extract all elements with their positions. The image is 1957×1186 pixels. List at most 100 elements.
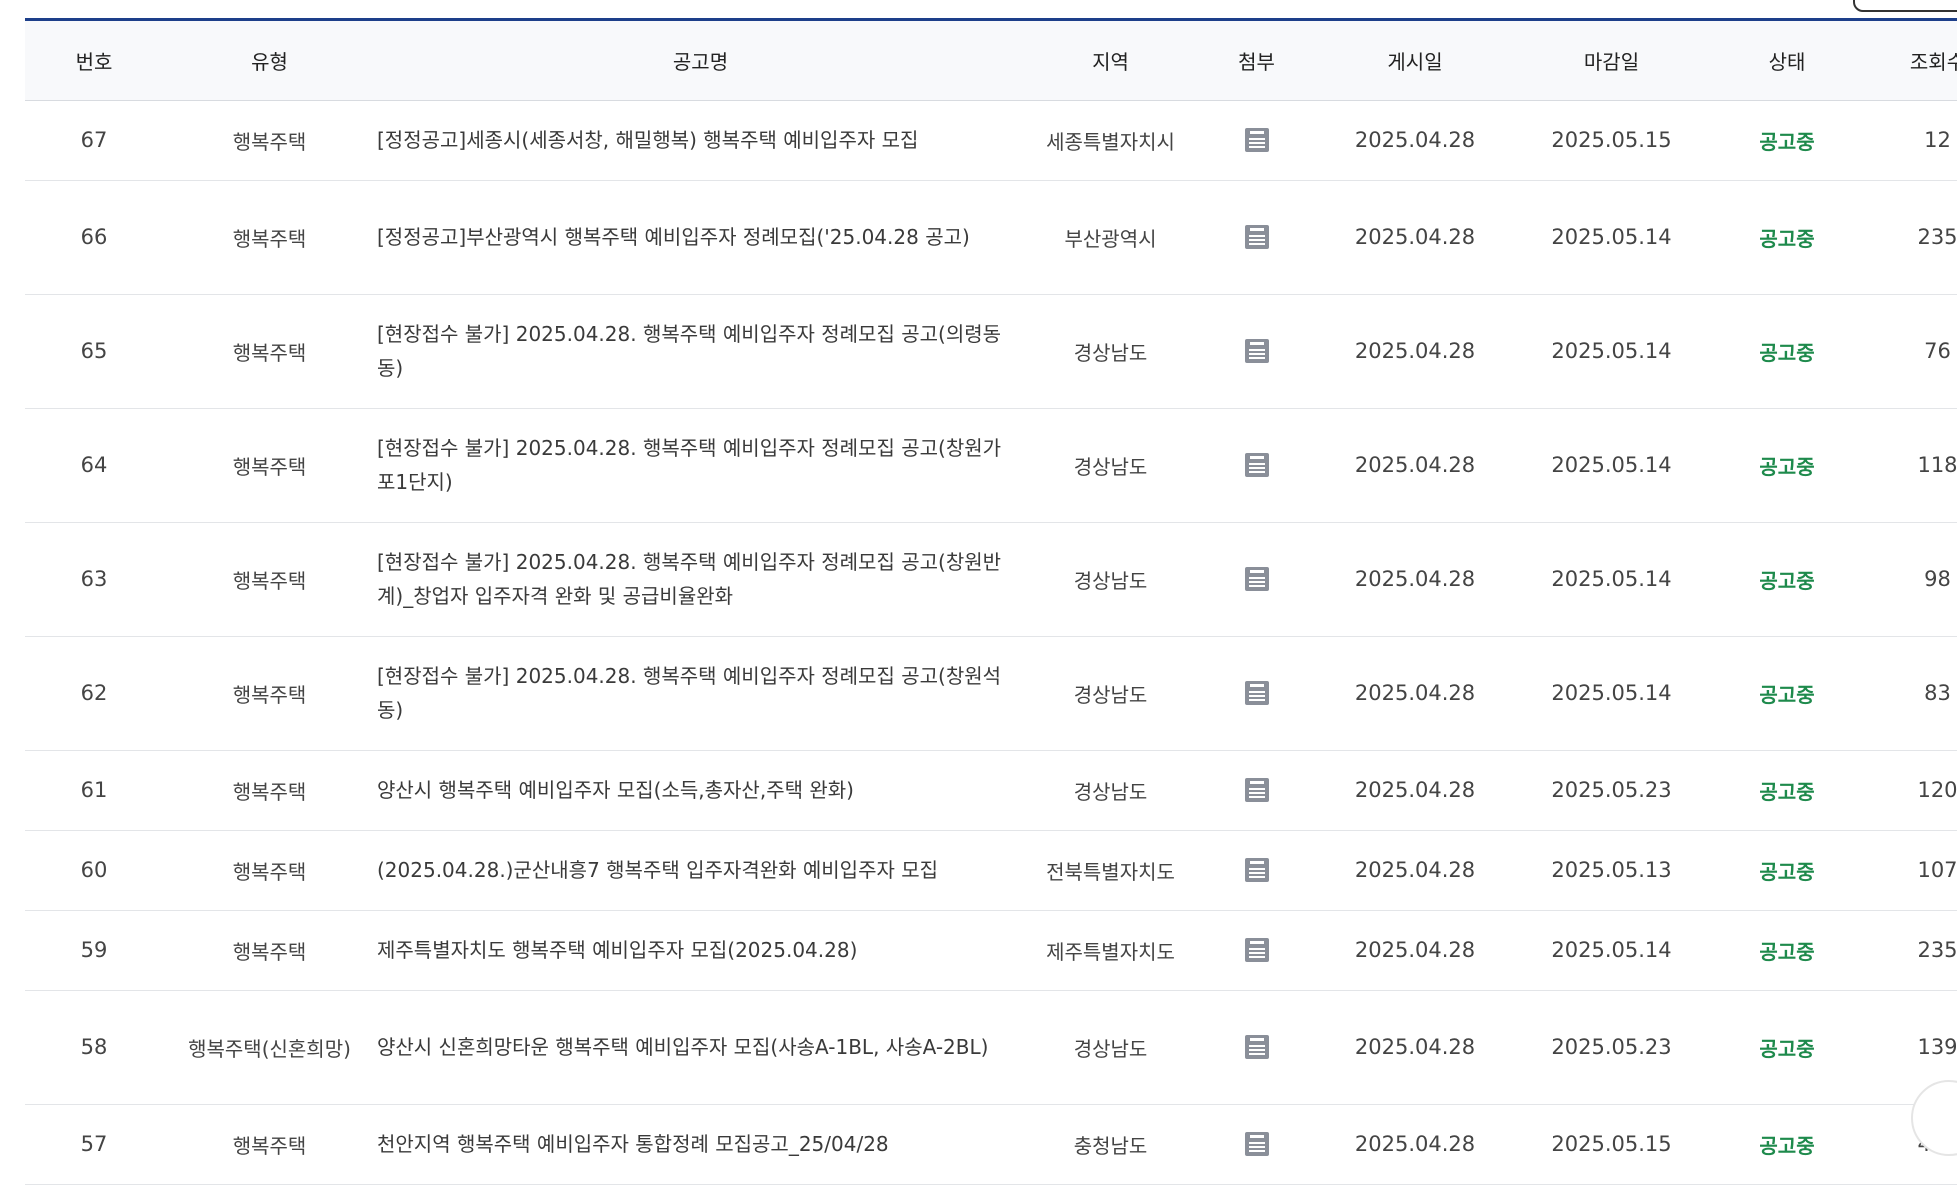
row-type: 행복주택 <box>232 1133 307 1158</box>
file-save-icon[interactable] <box>1244 1131 1270 1157</box>
row-title-link[interactable]: [현장접수 불가] 2025.04.28. 행복주택 예비입주자 정례모집 공고… <box>376 294 1025 408</box>
header-views[interactable]: 조회수 <box>1864 21 1957 100</box>
table-row[interactable]: 58 행복주택(신혼희망) 양산시 신혼희망타운 행복주택 예비입주자 모집(사… <box>25 990 1957 1104</box>
row-posted-date: 2025.04.28 <box>1354 567 1476 591</box>
row-number: 64 <box>80 453 108 477</box>
row-status-badge: 공고중 <box>1759 226 1815 251</box>
row-region: 충청남도 <box>1073 1133 1148 1158</box>
table-row[interactable]: 62 행복주택 [현장접수 불가] 2025.04.28. 행복주택 예비입주자… <box>25 636 1957 750</box>
table-row[interactable]: 64 행복주택 [현장접수 불가] 2025.04.28. 행복주택 예비입주자… <box>25 408 1957 522</box>
header-number[interactable]: 번호 <box>25 21 163 100</box>
row-status-badge: 공고중 <box>1759 129 1815 154</box>
row-deadline: 2025.05.23 <box>1551 1035 1672 1059</box>
row-attachment[interactable] <box>1196 408 1317 522</box>
file-save-icon[interactable] <box>1244 224 1270 250</box>
table-row[interactable]: 61 행복주택 양산시 행복주택 예비입주자 모집(소득,총자산,주택 완화) … <box>25 750 1957 830</box>
header-attachment[interactable]: 첨부 <box>1196 21 1317 100</box>
file-save-icon[interactable] <box>1244 937 1270 963</box>
row-views: 12 <box>1924 128 1951 152</box>
page: 번호 유형 공고명 지역 첨부 게시일 마감일 상태 조회수 67 행복주택 [… <box>0 0 1957 1186</box>
row-attachment[interactable] <box>1196 910 1317 990</box>
row-number: 63 <box>80 567 108 591</box>
row-posted-date: 2025.04.28 <box>1354 339 1476 363</box>
row-attachment[interactable] <box>1196 522 1317 636</box>
row-attachment[interactable] <box>1196 990 1317 1104</box>
row-views: 235 <box>1917 225 1957 249</box>
table-row[interactable]: 57 행복주택 천안지역 행복주택 예비입주자 통합정례 모집공고_25/04/… <box>25 1104 1957 1184</box>
row-posted-date: 2025.04.28 <box>1354 225 1476 249</box>
row-posted-date: 2025.04.28 <box>1354 681 1476 705</box>
row-number: 58 <box>80 1035 108 1059</box>
row-title-link[interactable]: 천안지역 행복주택 예비입주자 통합정례 모집공고_25/04/28 <box>376 1104 1025 1184</box>
top-control[interactable] <box>1853 0 1957 12</box>
row-deadline: 2025.05.14 <box>1551 225 1672 249</box>
table-row[interactable]: 66 행복주택 [정정공고]부산광역시 행복주택 예비입주자 정례모집('25.… <box>25 180 1957 294</box>
row-title-link[interactable]: [현장접수 불가] 2025.04.28. 행복주택 예비입주자 정례모집 공고… <box>376 636 1025 750</box>
file-save-icon[interactable] <box>1244 1034 1270 1060</box>
row-views: 107 <box>1917 858 1957 882</box>
header-status[interactable]: 상태 <box>1710 21 1864 100</box>
table-row[interactable]: 65 행복주택 [현장접수 불가] 2025.04.28. 행복주택 예비입주자… <box>25 294 1957 408</box>
row-deadline: 2025.05.13 <box>1551 858 1672 882</box>
row-type: 행복주택 <box>232 129 307 154</box>
row-attachment[interactable] <box>1196 180 1317 294</box>
table-row[interactable]: 60 행복주택 (2025.04.28.)군산내흥7 행복주택 입주자격완화 예… <box>25 830 1957 910</box>
row-title-link[interactable]: [정정공고]부산광역시 행복주택 예비입주자 정례모집('25.04.28 공고… <box>376 180 1025 294</box>
row-title-link[interactable]: [현장접수 불가] 2025.04.28. 행복주택 예비입주자 정례모집 공고… <box>376 522 1025 636</box>
row-status-badge: 공고중 <box>1759 939 1815 964</box>
notice-table: 번호 유형 공고명 지역 첨부 게시일 마감일 상태 조회수 67 행복주택 [… <box>25 21 1957 1185</box>
header-region[interactable]: 지역 <box>1025 21 1196 100</box>
row-type: 행복주택 <box>232 859 307 884</box>
header-posted-date[interactable]: 게시일 <box>1317 21 1513 100</box>
table-row[interactable]: 63 행복주택 [현장접수 불가] 2025.04.28. 행복주택 예비입주자… <box>25 522 1957 636</box>
header-deadline[interactable]: 마감일 <box>1513 21 1710 100</box>
row-type: 행복주택 <box>232 939 307 964</box>
row-attachment[interactable] <box>1196 100 1317 180</box>
row-type: 행복주택 <box>232 568 307 593</box>
file-save-icon[interactable] <box>1244 452 1270 478</box>
row-deadline: 2025.05.14 <box>1551 339 1672 363</box>
row-title-link[interactable]: 양산시 신혼희망타운 행복주택 예비입주자 모집(사송A-1BL, 사송A-2B… <box>376 990 1025 1104</box>
row-posted-date: 2025.04.28 <box>1354 128 1476 152</box>
row-title-link[interactable]: [정정공고]세종시(세종서창, 해밀행복) 행복주택 예비입주자 모집 <box>376 100 1025 180</box>
table-row[interactable]: 59 행복주택 제주특별자치도 행복주택 예비입주자 모집(2025.04.28… <box>25 910 1957 990</box>
table-row[interactable]: 67 행복주택 [정정공고]세종시(세종서창, 해밀행복) 행복주택 예비입주자… <box>25 100 1957 180</box>
row-attachment[interactable] <box>1196 636 1317 750</box>
row-title-link[interactable]: 제주특별자치도 행복주택 예비입주자 모집(2025.04.28) <box>376 910 1025 990</box>
row-attachment[interactable] <box>1196 750 1317 830</box>
row-number: 60 <box>80 858 108 882</box>
file-save-icon[interactable] <box>1244 566 1270 592</box>
row-posted-date: 2025.04.28 <box>1354 778 1476 802</box>
header-type[interactable]: 유형 <box>163 21 376 100</box>
header-title[interactable]: 공고명 <box>376 21 1025 100</box>
row-region: 경상남도 <box>1073 779 1148 804</box>
row-region: 경상남도 <box>1073 568 1148 593</box>
row-views: 235 <box>1917 938 1957 962</box>
row-title-link[interactable]: 양산시 행복주택 예비입주자 모집(소득,총자산,주택 완화) <box>376 750 1025 830</box>
row-attachment[interactable] <box>1196 1104 1317 1184</box>
file-save-icon[interactable] <box>1244 777 1270 803</box>
row-number: 67 <box>80 128 108 152</box>
row-region: 부산광역시 <box>1064 226 1157 251</box>
row-title-link[interactable]: (2025.04.28.)군산내흥7 행복주택 입주자격완화 예비입주자 모집 <box>376 830 1025 910</box>
file-save-icon[interactable] <box>1244 680 1270 706</box>
file-save-icon[interactable] <box>1244 338 1270 364</box>
row-number: 59 <box>80 938 108 962</box>
row-region: 세종특별자치시 <box>1046 129 1175 154</box>
row-attachment[interactable] <box>1196 294 1317 408</box>
row-type: 행복주택 <box>232 454 307 479</box>
row-status-badge: 공고중 <box>1759 859 1815 884</box>
row-region: 경상남도 <box>1073 340 1148 365</box>
table-header-row: 번호 유형 공고명 지역 첨부 게시일 마감일 상태 조회수 <box>25 21 1957 100</box>
row-attachment[interactable] <box>1196 830 1317 910</box>
row-number: 61 <box>80 778 108 802</box>
row-number: 57 <box>80 1132 108 1156</box>
row-number: 62 <box>80 681 108 705</box>
row-region: 경상남도 <box>1073 682 1148 707</box>
file-save-icon[interactable] <box>1244 857 1270 883</box>
row-region: 제주특별자치도 <box>1046 939 1175 964</box>
file-save-icon[interactable] <box>1244 127 1270 153</box>
row-title-link[interactable]: [현장접수 불가] 2025.04.28. 행복주택 예비입주자 정례모집 공고… <box>376 408 1025 522</box>
row-views: 98 <box>1924 567 1951 591</box>
row-status-badge: 공고중 <box>1759 568 1815 593</box>
